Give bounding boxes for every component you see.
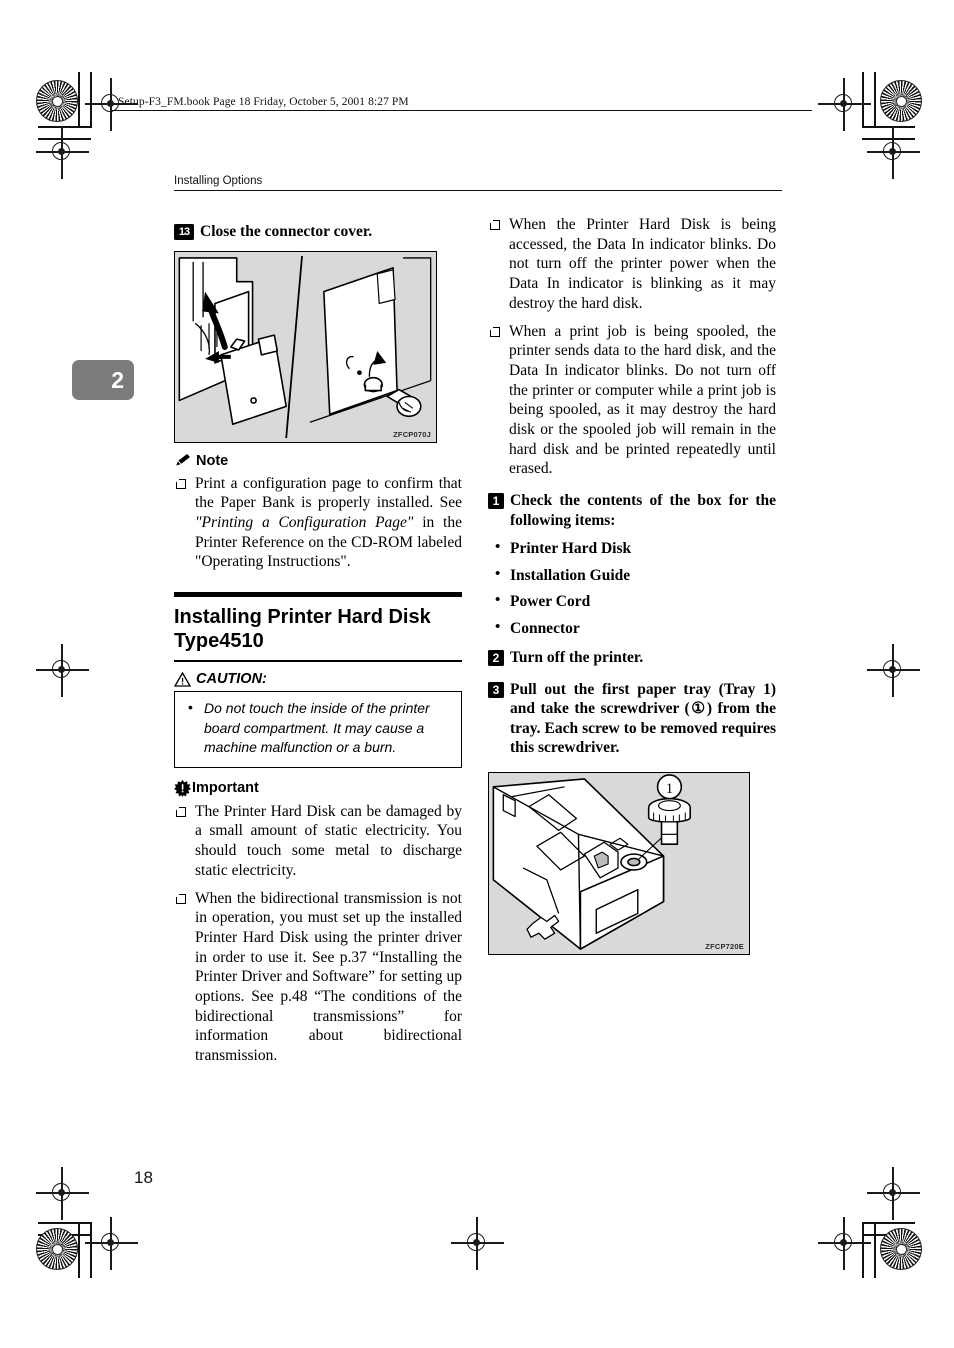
crop-line	[862, 126, 915, 128]
running-head: Installing Options	[174, 175, 263, 187]
note-item-text: When the Printer Hard Disk is being acce…	[509, 216, 776, 312]
file-slug: Setup-F3_FM.book Page 18 Friday, October…	[118, 96, 409, 108]
star-target-mark	[880, 80, 922, 122]
crop-line	[78, 72, 80, 128]
registration-target	[36, 126, 89, 179]
warning-triangle-icon	[173, 671, 192, 687]
note-item: Print a configuration page to confirm th…	[174, 474, 462, 573]
registration-target	[867, 1167, 920, 1220]
caution-heading-label: CAUTION:	[196, 671, 267, 688]
section-title: Installing Printer Hard Disk Type4510	[174, 605, 462, 653]
crop-line	[874, 1222, 876, 1278]
list-item: Installation Guide	[488, 565, 776, 586]
note-item-text: Print a configuration page to confirm th…	[195, 474, 462, 571]
page-number: 18	[134, 1168, 153, 1187]
step-text: Turn off the printer.	[510, 649, 644, 667]
step-1: 1 Check the contents of the box for the …	[488, 491, 776, 530]
running-head-rule	[174, 190, 782, 192]
figure-id: ZFCP720E	[705, 941, 744, 951]
crop-line	[38, 126, 91, 128]
important-item: When the bidirectional transmission is n…	[174, 889, 462, 1066]
callout-circled-one: ①	[689, 700, 707, 718]
caution-box: Do not touch the inside of the printer b…	[174, 691, 462, 768]
crop-line	[874, 72, 876, 128]
crop-line	[90, 72, 92, 128]
box-contents-list: Printer Hard Disk Installation Guide Pow…	[488, 538, 776, 639]
step-badge: 3	[488, 681, 504, 698]
step-13: 13 Close the connector cover.	[174, 222, 462, 242]
step-badge: 2	[488, 650, 504, 667]
registration-target	[867, 644, 920, 697]
section-rule-top	[174, 592, 462, 598]
step-badge: 1	[488, 493, 504, 510]
crop-line	[90, 1222, 92, 1278]
note-item: When the Printer Hard Disk is being acce…	[488, 215, 776, 314]
svg-text:1: 1	[666, 780, 673, 796]
square-bullet-icon	[175, 477, 186, 489]
crop-line	[862, 1222, 864, 1278]
note-list: Print a configuration page to confirm th…	[174, 474, 462, 573]
registration-target	[867, 126, 920, 179]
registration-target	[818, 1217, 871, 1270]
star-target-mark	[36, 1228, 78, 1270]
note-item: When a print job is being spooled, the p…	[488, 322, 776, 480]
step-text: Pull out the first paper tray (Tray 1) a…	[510, 680, 776, 757]
section-rule-bottom	[174, 660, 462, 663]
figure-paper-tray: 1 ZFCP720E	[488, 771, 750, 955]
important-item: The Printer Hard Disk can be damaged by …	[174, 802, 462, 881]
square-bullet-icon	[489, 325, 500, 337]
slug-rule	[112, 110, 812, 111]
list-item: Printer Hard Disk	[488, 538, 776, 559]
square-bullet-icon	[489, 219, 500, 230]
crop-line	[862, 1222, 915, 1224]
list-item: Power Cord	[488, 591, 776, 612]
crop-line	[78, 1222, 80, 1278]
manual-page: Setup-F3_FM.book Page 18 Friday, October…	[0, 0, 954, 1348]
important-heading: Important	[174, 779, 462, 797]
crop-line	[38, 1222, 91, 1224]
section-title-line1: Installing Printer Hard Disk	[174, 606, 431, 629]
figure-connector-cover: ZFCP070J	[174, 250, 437, 443]
section-title-line2: Type4510	[174, 630, 264, 653]
crop-line	[862, 72, 864, 128]
important-list: The Printer Hard Disk can be damaged by …	[174, 802, 462, 1066]
left-column: 13 Close the connector cover. ZFCP070J N…	[173, 222, 462, 1074]
registration-target	[36, 644, 89, 697]
right-note-list: When the Printer Hard Disk is being acce…	[488, 215, 776, 479]
note-heading: Note	[174, 453, 462, 469]
note-heading-label: Note	[196, 452, 229, 469]
step-badge: 13	[174, 224, 194, 240]
important-item-text: The Printer Hard Disk can be damaged by …	[195, 802, 462, 879]
registration-target	[451, 1217, 504, 1270]
chapter-tab: 2	[72, 360, 134, 400]
figure-id: ZFCP070J	[393, 429, 431, 439]
step-text: Close the connector cover.	[200, 223, 373, 240]
square-bullet-icon	[175, 892, 186, 904]
right-column: When the Printer Hard Disk is being acce…	[488, 215, 776, 955]
registration-target	[36, 1167, 89, 1220]
star-target-mark	[36, 80, 78, 122]
square-bullet-icon	[175, 806, 186, 817]
burst-exclamation-icon	[174, 779, 191, 797]
caution-heading: CAUTION:	[173, 671, 462, 688]
pencil-icon	[174, 453, 192, 468]
registration-target	[818, 78, 871, 131]
note-item-text: When a print job is being spooled, the p…	[509, 322, 776, 478]
important-item-text: When the bidirectional transmission is n…	[195, 889, 462, 1065]
step-text: Check the contents of the box for the fo…	[510, 492, 776, 529]
caution-item: Do not touch the inside of the printer b…	[179, 698, 452, 758]
step-2: 2 Turn off the printer.	[488, 648, 776, 668]
important-heading-label: Important	[192, 780, 259, 797]
star-target-mark	[880, 1228, 922, 1270]
list-item: Connector	[488, 618, 776, 639]
registration-target	[85, 1217, 138, 1270]
step-3: 3 Pull out the first paper tray (Tray 1)…	[488, 680, 776, 758]
